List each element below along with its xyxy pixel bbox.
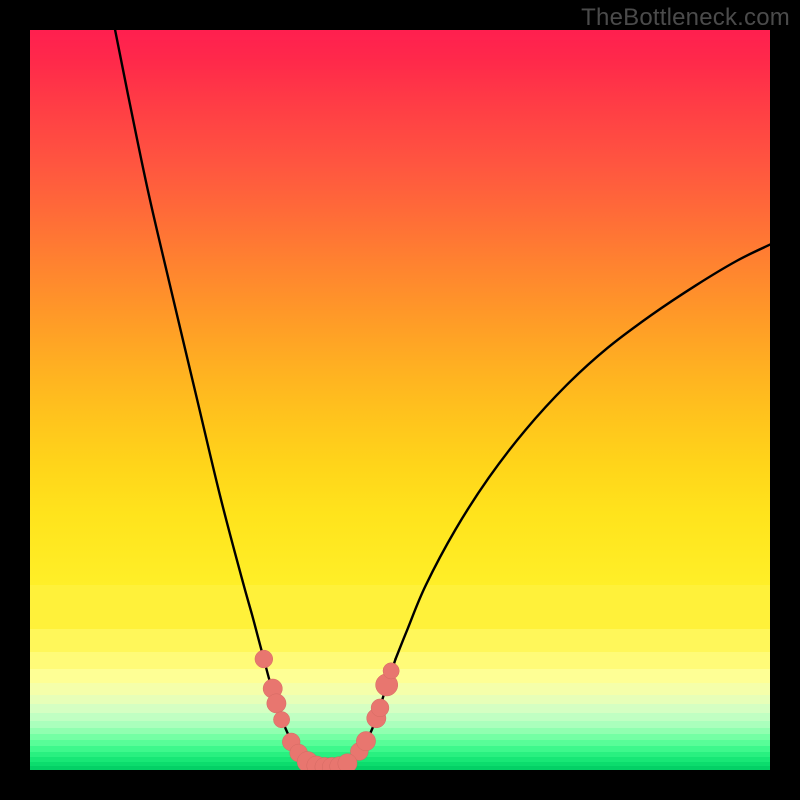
marker-dot: [383, 663, 399, 679]
plot-area: [30, 30, 770, 770]
marker-dot: [255, 650, 273, 668]
chart-frame: TheBottleneck.com: [0, 0, 800, 800]
bottleneck-curve: [30, 30, 770, 770]
marker-dot: [338, 754, 357, 770]
curve-right-branch: [396, 245, 770, 659]
marker-dot: [371, 699, 389, 717]
marker-dot: [267, 694, 286, 713]
marker-dot: [273, 712, 289, 728]
marker-dot: [356, 732, 375, 751]
watermark-text: TheBottleneck.com: [581, 4, 790, 32]
